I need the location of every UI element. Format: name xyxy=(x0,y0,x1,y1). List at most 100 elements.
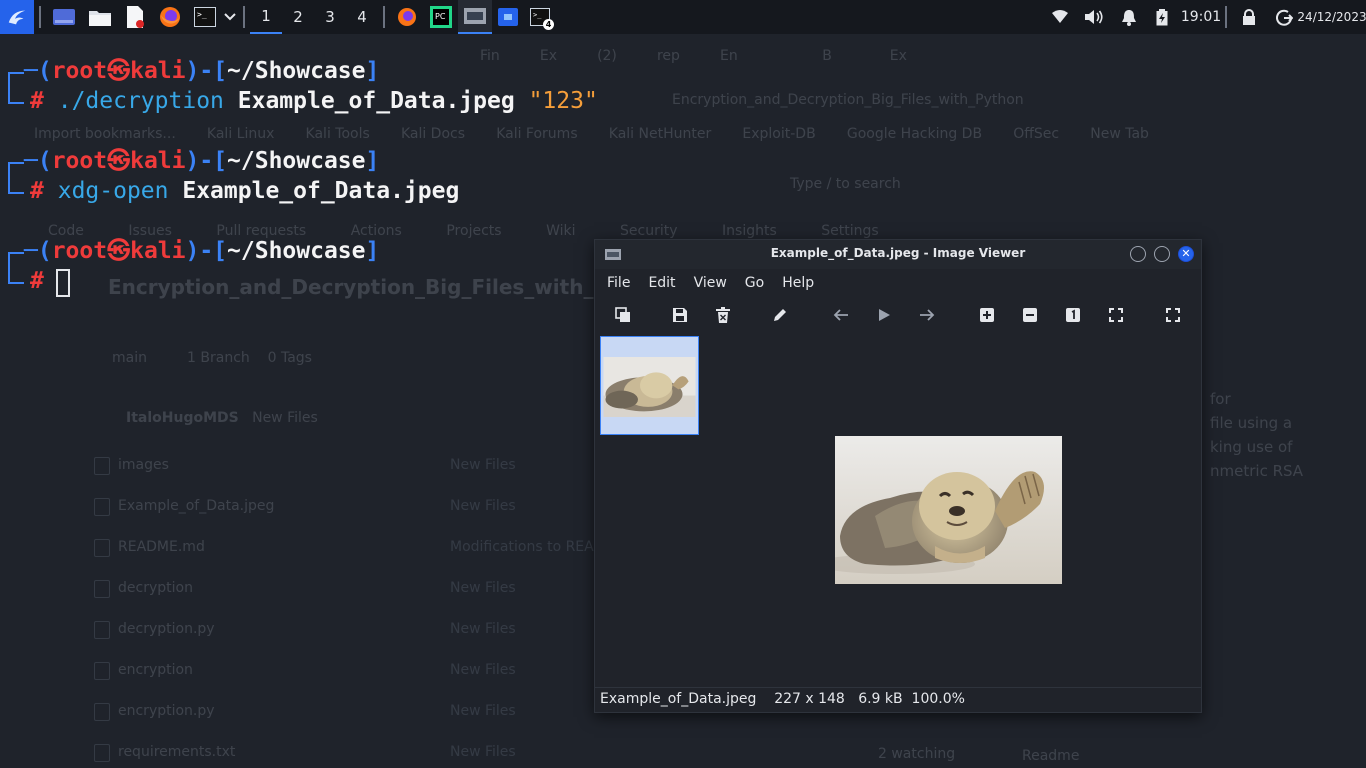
window-title: Example_of_Data.jpeg - Image Viewer xyxy=(770,246,1026,260)
prompt-host: kali xyxy=(130,58,186,84)
next-image-button[interactable] xyxy=(914,302,940,328)
copy-icon xyxy=(615,307,630,322)
bookmark: Import bookmarks... xyxy=(34,126,176,142)
lock-icon xyxy=(1243,8,1255,25)
edit-button[interactable] xyxy=(767,302,793,328)
prompt-host: kali xyxy=(130,238,186,264)
firefox-icon xyxy=(160,7,180,27)
file-manager-button[interactable] xyxy=(82,0,118,34)
menu-help[interactable]: Help xyxy=(770,271,820,295)
kali-menu-button[interactable] xyxy=(0,0,34,34)
zoom-fit-button[interactable] xyxy=(1103,302,1129,328)
volume-button[interactable] xyxy=(1082,0,1106,34)
repo-title: Encryption_and_Decryption_Big_Files_with… xyxy=(108,275,674,299)
workspace-3-button[interactable]: 3 xyxy=(314,0,346,34)
bookmark: OffSec xyxy=(1013,126,1060,142)
text-editor-button[interactable] xyxy=(118,0,152,34)
kali-dragon-icon xyxy=(8,10,26,25)
fullscreen-button[interactable] xyxy=(1160,302,1186,328)
file-icon xyxy=(94,498,110,516)
command-line: # ./decryption Example_of_Data.jpeg "123… xyxy=(30,86,598,116)
file-commit-message: New Files xyxy=(450,580,516,596)
bell-icon xyxy=(1122,9,1136,26)
arrow-left-icon xyxy=(833,309,848,321)
toolbar xyxy=(595,302,1201,328)
watching-count: 2 watching xyxy=(878,746,956,762)
notifications-button[interactable] xyxy=(1117,0,1141,34)
logout-button[interactable] xyxy=(1273,0,1295,34)
zoom-out-button[interactable] xyxy=(1017,302,1043,328)
browser-tab-strip: Fin Ex (2) rep En B Ex xyxy=(480,48,1080,64)
file-commit-message: New Files xyxy=(450,662,516,678)
volume-icon xyxy=(1085,10,1103,24)
file-commit-message: New Files xyxy=(450,457,516,473)
clock[interactable]: 19:01 xyxy=(1178,0,1224,34)
battery-button[interactable] xyxy=(1152,0,1172,34)
command-name: xdg-open xyxy=(57,178,169,204)
battery-charging-icon xyxy=(1156,8,1168,25)
prompt-path: ~/Showcase xyxy=(227,58,366,84)
pencil-icon xyxy=(774,309,786,321)
terminal-icon: >_ xyxy=(194,7,216,27)
bookmark: Kali NetHunter xyxy=(608,126,712,142)
slideshow-button[interactable] xyxy=(871,302,897,328)
menu-go[interactable]: Go xyxy=(733,271,770,295)
file-name: README.md xyxy=(118,539,205,555)
date: 24/12/2023 xyxy=(1297,10,1366,24)
taskbar-separator xyxy=(39,6,41,28)
command-line: # xdg-open Example_of_Data.jpeg xyxy=(30,176,459,206)
command-string: "123" xyxy=(528,88,598,114)
save-button[interactable] xyxy=(667,302,693,328)
menu-edit[interactable]: Edit xyxy=(636,271,681,295)
workspace-4-button[interactable]: 4 xyxy=(346,0,378,34)
browser-tab: Ex xyxy=(889,48,907,64)
status-filesize: 6.9 kB xyxy=(858,691,903,707)
window-switcher-button[interactable] xyxy=(492,0,524,34)
terminal-window-group-button[interactable]: >_ 4 xyxy=(524,0,556,34)
file-name: requirements.txt xyxy=(118,744,236,760)
repo-tab: Projects xyxy=(446,223,502,239)
zoom-100-button[interactable] xyxy=(1060,302,1086,328)
workspace-1-button[interactable]: 1 xyxy=(250,0,282,34)
delete-button[interactable] xyxy=(710,302,736,328)
wifi-status-button[interactable] xyxy=(1048,0,1072,34)
pycharm-window-button[interactable]: PC xyxy=(424,0,458,34)
bookmark: Kali Tools xyxy=(305,126,370,142)
command-argument: Example_of_Data.jpeg xyxy=(237,88,515,114)
firefox-window-button[interactable] xyxy=(390,0,424,34)
image-viewer-window[interactable]: Example_of_Data.jpeg - Image Viewer ✕ Fi… xyxy=(594,239,1202,713)
previous-image-button[interactable] xyxy=(828,302,854,328)
file-name: decryption.py xyxy=(118,621,215,637)
branch-bar: main 1 Branch 0 Tags xyxy=(112,350,452,366)
firefox-launcher-button[interactable] xyxy=(152,0,188,34)
terminal-launcher-button[interactable]: >_ xyxy=(188,0,222,34)
bookmark: Kali Forums xyxy=(496,126,578,142)
window-titlebar[interactable]: Example_of_Data.jpeg - Image Viewer ✕ xyxy=(595,240,1201,269)
taskbar: >_ 1 2 3 4 PC >_ 4 19:01 24/12/2023 xyxy=(0,0,1366,34)
bookmark: Kali Docs xyxy=(400,126,466,142)
thumbnail-selected[interactable] xyxy=(600,336,699,435)
repo-tab: Settings xyxy=(821,223,879,239)
branch-selector: main xyxy=(112,350,147,366)
copy-image-button[interactable] xyxy=(610,302,636,328)
zoom-fit-icon xyxy=(1109,308,1123,322)
svg-text:>_: >_ xyxy=(197,10,207,19)
minimize-button[interactable] xyxy=(1130,246,1146,262)
repo-tab: Wiki xyxy=(546,223,576,239)
launcher-dropdown-button[interactable] xyxy=(222,0,238,34)
zoom-in-button[interactable] xyxy=(974,302,1000,328)
seal-thumbnail-image xyxy=(603,357,696,417)
close-button[interactable]: ✕ xyxy=(1178,246,1194,262)
image-viewer-window-button[interactable] xyxy=(458,0,492,34)
show-desktop-button[interactable] xyxy=(46,0,82,34)
browser-url: Encryption_and_Decryption_Big_Files_with… xyxy=(672,92,1024,108)
svg-text:PC: PC xyxy=(435,12,446,21)
taskbar-separator xyxy=(1225,6,1227,28)
about-line: file using a xyxy=(1210,414,1293,432)
menu-file[interactable]: File xyxy=(595,271,636,295)
maximize-button[interactable] xyxy=(1154,246,1170,262)
prompt-line: ─(root㉿kali)-[~/Showcase] xyxy=(24,58,380,84)
workspace-2-button[interactable]: 2 xyxy=(282,0,314,34)
lock-screen-button[interactable] xyxy=(1238,0,1260,34)
menu-view[interactable]: View xyxy=(682,271,733,295)
